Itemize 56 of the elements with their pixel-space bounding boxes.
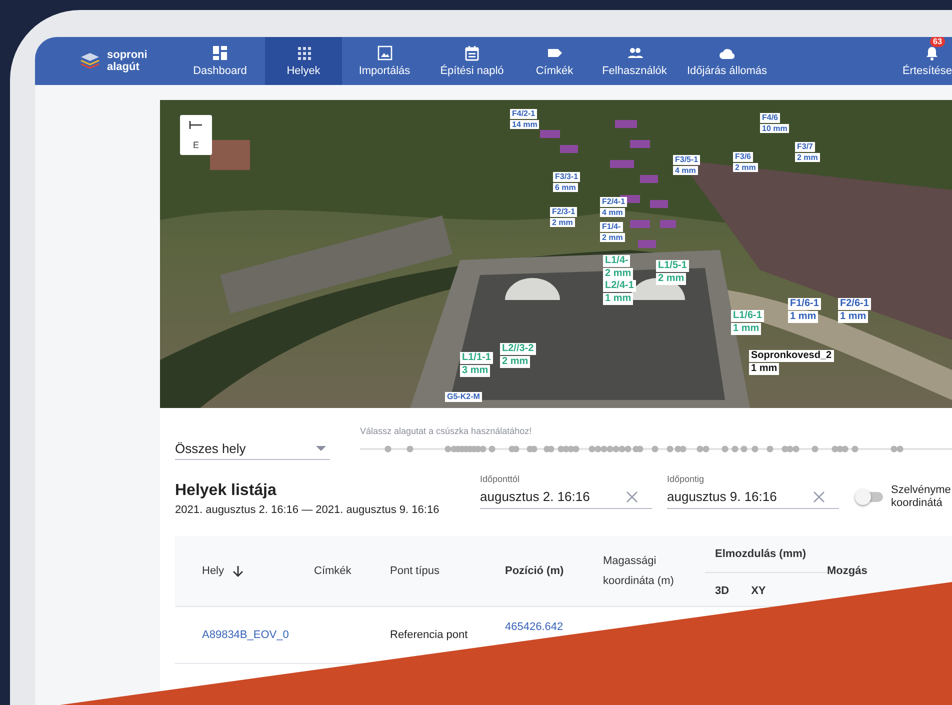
dashboard-icon (212, 45, 228, 61)
point-marker-label[interactable]: F2/4-1 4 mm (600, 197, 628, 218)
nav-tab[interactable]: Felhasználók (592, 37, 677, 85)
column-header: Mozgás (827, 564, 868, 579)
slider-hint: Válassz alagutat a csúszka használatához! (360, 426, 533, 436)
point-marker-label[interactable]: F4/6 10 mm (760, 113, 790, 134)
point-marker-label[interactable]: F3/3-1 6 mm (553, 172, 580, 192)
point-marker-label[interactable]: F2/3-1 2 mm (550, 207, 578, 228)
table-cell: Referencia pont (390, 629, 468, 641)
nav-tab[interactable]: Importálás (342, 37, 427, 85)
bell-icon (924, 45, 940, 61)
column-header: 3D (715, 585, 730, 597)
date-field[interactable]: Időpontig augusztus 9. 16:16 (667, 474, 839, 509)
point-marker-label[interactable]: F1/6-1 1 mm (788, 298, 821, 323)
point-marker-label[interactable]: Sopronkovesd_2 1 mm (749, 350, 834, 375)
column-header: Pont típus (390, 564, 440, 579)
point-marker-label[interactable]: F3/6 2 mm (733, 152, 758, 172)
caret-icon (316, 446, 326, 452)
logo-text: soproni alagút (107, 49, 148, 73)
clear-icon (813, 490, 825, 502)
image-icon (376, 45, 392, 61)
nav-tab[interactable]: Helyek (265, 37, 342, 85)
section-title: Helyek listája (175, 482, 278, 500)
date-range-text: 2021. augusztus 2. 16:16 — 2021. augusztus 9. 16:16 (175, 504, 440, 516)
location-link[interactable]: A89834B_EOV_0 (202, 629, 289, 641)
point-marker-label[interactable]: F2/6-1 1 mm (838, 298, 871, 323)
point-marker-label[interactable]: G5-K2-M (445, 392, 482, 402)
nav-tab[interactable]: Időjárás állomás (677, 37, 777, 85)
count-badge: 63 (930, 37, 945, 47)
notifications-button[interactable]: 63 Értesítése (902, 37, 952, 85)
column-header: Magassági koordináta (m) (603, 554, 675, 589)
point-marker-label[interactable]: F3/7 2 mm (795, 142, 820, 162)
date-field[interactable]: Időponttól augusztus 2. 16:16 (480, 474, 652, 509)
nav-tab[interactable]: Dashboard (175, 37, 265, 85)
position-link[interactable]: 465426.642 (505, 621, 564, 633)
point-marker-label[interactable]: F1/4- 2 mm (600, 222, 625, 242)
column-header: XY (751, 585, 766, 597)
dot-grid-icon (296, 45, 312, 61)
location-dropdown[interactable]: Összes hely (175, 432, 330, 460)
people-icon (626, 45, 642, 61)
point-marker-label[interactable]: F3/5-1 4 mm (673, 155, 700, 176)
point-marker-label[interactable]: F4/2-1 14 mm (510, 109, 540, 130)
column-header: Elmozdulás (mm) (705, 536, 827, 573)
sortable-column-header[interactable]: Hely (202, 565, 244, 577)
ruler-icon (189, 120, 203, 130)
column-header: Pozíció (m) (505, 564, 564, 579)
nav-tab[interactable]: Építési napló (427, 37, 517, 85)
toggle-label: Szelvényme koordinátá (891, 484, 951, 510)
clear-icon (626, 490, 638, 502)
calendar-icon (464, 45, 480, 61)
compass-control[interactable]: E (180, 115, 212, 155)
toggle-switch[interactable] (857, 492, 883, 502)
nav-tab[interactable]: Címkék (517, 37, 592, 85)
layers-logo-icon (79, 51, 101, 71)
column-header: Címkék (314, 564, 352, 579)
sort-arrow-icon (232, 565, 244, 577)
